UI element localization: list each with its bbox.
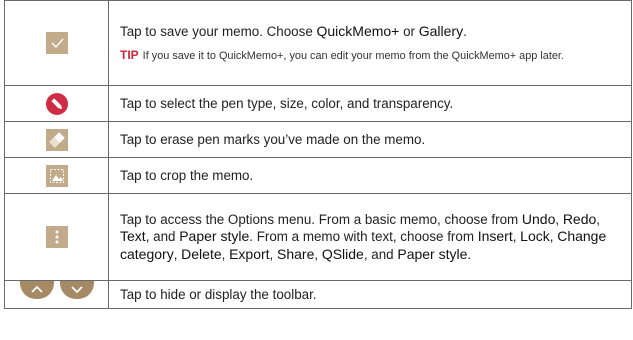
chevron-down-icon <box>59 281 94 299</box>
description-cell: Tap to access the Options menu. From a b… <box>108 193 632 281</box>
text-segment: , <box>314 246 322 262</box>
qslide-term: QSlide <box>321 245 364 262</box>
text-segment: , <box>221 246 230 262</box>
chevron-up-icon <box>19 281 54 299</box>
description-cell: Tap to save your memo. Choose QuickMemo+… <box>108 0 632 86</box>
eraser-icon <box>45 128 68 151</box>
text-term: Text <box>120 228 146 245</box>
icon-cell <box>4 0 109 86</box>
icon-cell <box>4 121 109 158</box>
description-cell: Tap to hide or display the toolbar. <box>108 280 632 309</box>
checkmark-icon <box>45 32 68 54</box>
table-row-save: Tap to save your memo. Choose QuickMemo+… <box>4 0 632 86</box>
share-term: Share <box>277 245 315 262</box>
toolbar-icon-table: Tap to save your memo. Choose QuickMemo+… <box>4 0 632 309</box>
table-row-pen: Tap to select the pen type, size, color,… <box>4 85 632 122</box>
redo-term: Redo <box>562 210 597 227</box>
text-segment: , <box>596 211 601 227</box>
text-segment: . <box>463 23 467 39</box>
description-cell: Tap to crop the memo. <box>108 157 632 194</box>
undo-term: Undo <box>521 210 556 227</box>
text-segment: , and <box>363 246 398 262</box>
pen-icon <box>45 92 68 115</box>
icon-cell <box>4 157 109 194</box>
more-options-icon <box>45 226 68 248</box>
delete-term: Delete <box>181 245 222 262</box>
table-row-toolbar: Tap to hide or display the toolbar. <box>4 280 632 309</box>
tip-note: TIP If you save it to QuickMemo+, you can… <box>120 48 625 64</box>
crop-icon <box>45 164 68 187</box>
icon-cell <box>4 85 109 122</box>
save-description: Tap to save your memo. Choose QuickMemo+… <box>120 23 625 41</box>
description-cell: Tap to erase pen marks you’ve made on th… <box>108 121 632 158</box>
tip-label: TIP <box>120 48 139 62</box>
tip-text: If you save it to QuickMemo+, you can ed… <box>142 50 564 62</box>
text-segment: . From a memo with text, choose from <box>249 229 478 245</box>
paper-style-term: Paper style <box>179 228 250 245</box>
icon-cell <box>4 280 109 309</box>
text-segment: , <box>555 211 563 227</box>
text-segment: Tap to access the Options menu. From a b… <box>120 211 522 227</box>
text-segment: Tap to save your memo. Choose <box>120 23 317 39</box>
text-segment: , <box>269 246 277 262</box>
text-segment: . <box>467 246 472 262</box>
options-description: Tap to access the Options menu. From a b… <box>120 211 625 264</box>
text-segment: or <box>399 23 419 39</box>
table-row-eraser: Tap to erase pen marks you’ve made on th… <box>4 121 632 158</box>
paper-style-term: Paper style <box>397 245 468 262</box>
lock-term: Lock <box>520 228 550 245</box>
quickmemo-plus-term: QuickMemo+ <box>316 22 400 39</box>
gallery-term: Gallery <box>418 22 464 39</box>
text-segment: , and <box>145 229 180 245</box>
insert-term: Insert <box>477 228 513 245</box>
export-term: Export <box>229 245 270 262</box>
description-cell: Tap to select the pen type, size, color,… <box>108 85 632 122</box>
icon-cell <box>4 193 109 281</box>
table-row-options: Tap to access the Options menu. From a b… <box>4 193 632 281</box>
table-row-crop: Tap to crop the memo. <box>4 157 632 194</box>
